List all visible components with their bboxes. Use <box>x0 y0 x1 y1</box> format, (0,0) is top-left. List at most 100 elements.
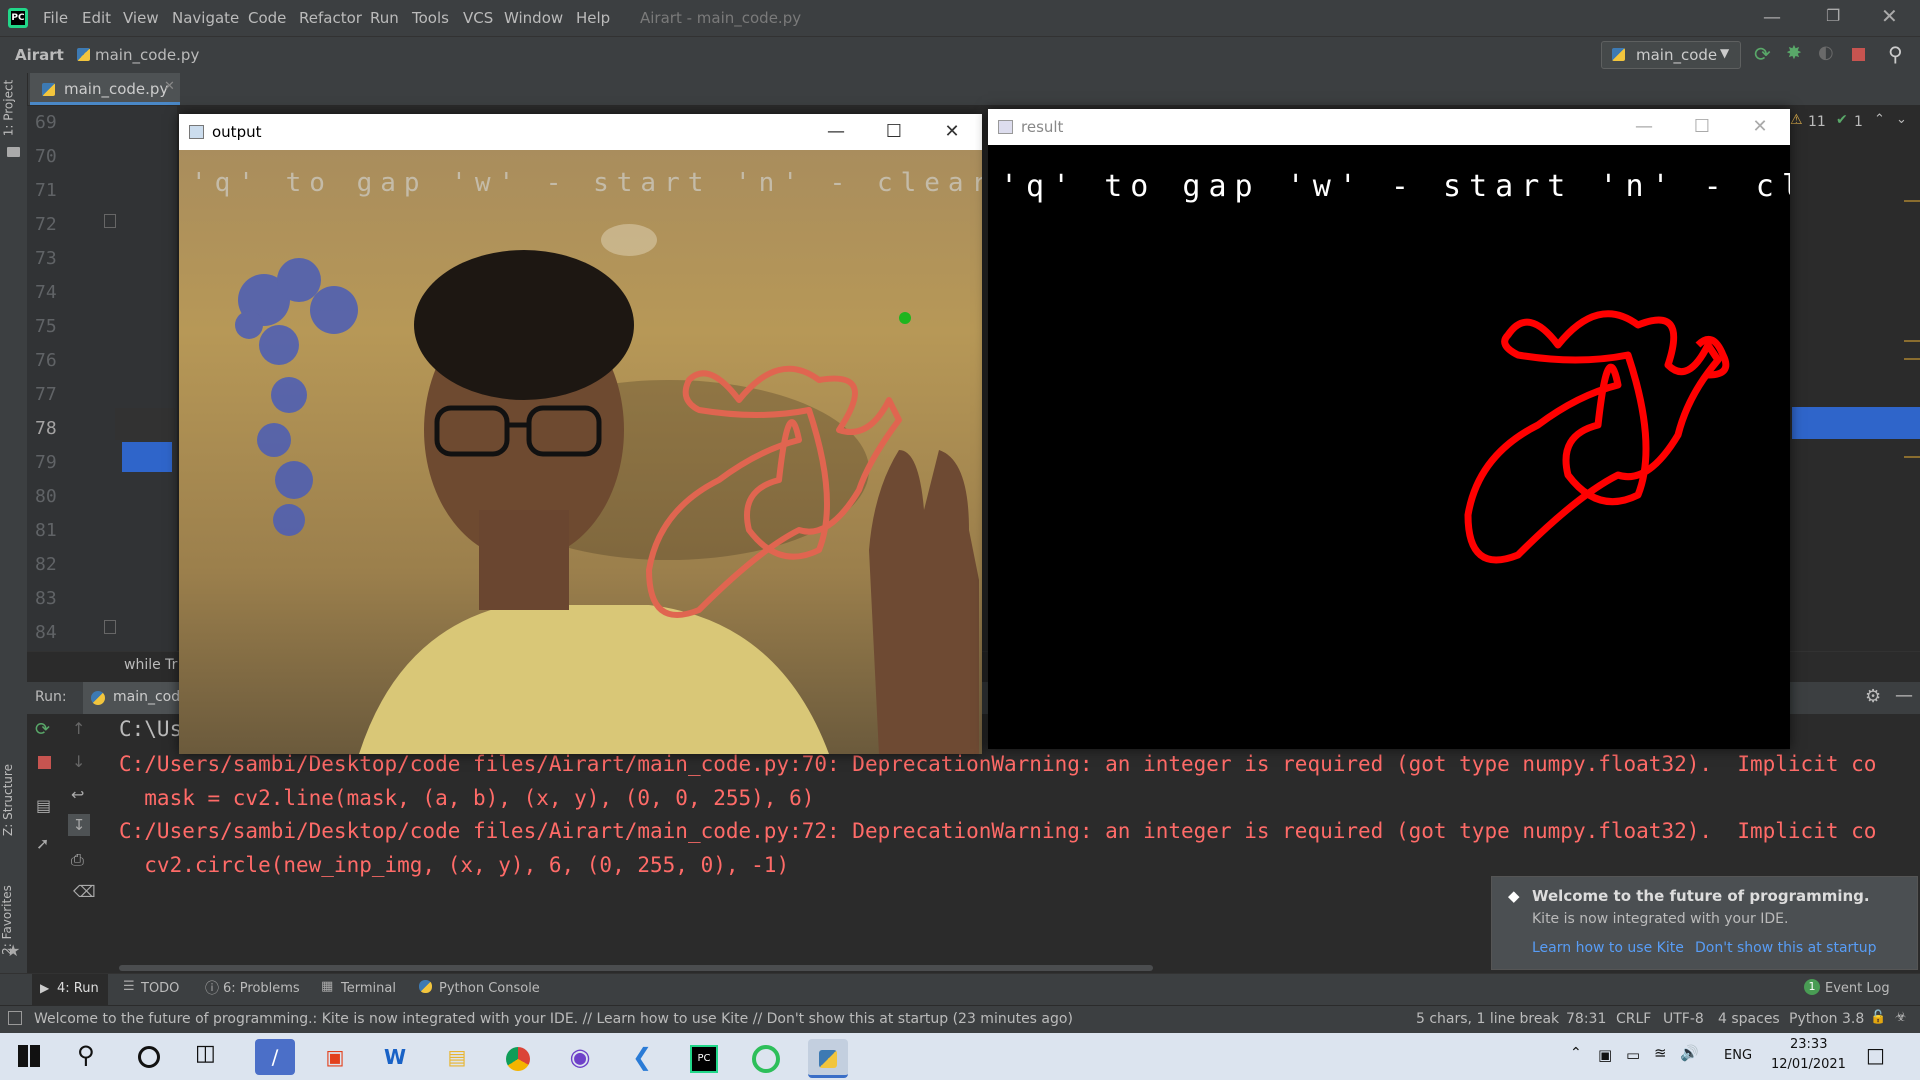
pycharm-icon[interactable]: PC <box>684 1039 724 1075</box>
close-button[interactable]: ✕ <box>1731 109 1789 145</box>
menu-refactor[interactable]: Refactor <box>299 9 362 27</box>
wps-icon[interactable]: W <box>375 1039 415 1075</box>
maximize-button[interactable]: ☐ <box>865 114 923 150</box>
vscode-icon[interactable]: ❮ <box>622 1039 662 1075</box>
close-icon[interactable]: ✕ <box>1881 4 1898 28</box>
tool-event-log[interactable]: Event Log <box>1825 981 1890 996</box>
close-button[interactable]: ✕ <box>923 114 981 150</box>
windows-start-icon[interactable] <box>18 1045 40 1067</box>
lock-icon[interactable]: 🔓 <box>1870 1010 1886 1025</box>
run-config-select[interactable]: main_code ▼ <box>1601 41 1741 69</box>
dont-show-link[interactable]: Don't show this at startup <box>1695 940 1877 956</box>
menu-tools[interactable]: Tools <box>412 9 449 27</box>
office-icon[interactable]: ▣ <box>315 1039 355 1075</box>
chrome-icon[interactable] <box>498 1039 538 1075</box>
coverage-icon[interactable]: ◐ <box>1818 42 1834 63</box>
python-interpreter[interactable]: Python 3.8 <box>1789 1011 1864 1027</box>
restore-icon[interactable]: ❐ <box>1826 6 1840 25</box>
editor-breadcrumb[interactable]: while Tr <box>124 657 177 673</box>
rerun-icon[interactable]: ⟳ <box>35 719 50 740</box>
tool-python-console[interactable]: Python Console <box>439 981 540 996</box>
rerun-icon[interactable]: ⟳ <box>1754 42 1771 66</box>
chevron-up-icon[interactable]: ⌃ <box>1570 1045 1582 1061</box>
menu-window[interactable]: Window <box>504 9 563 27</box>
notifications-icon[interactable]: □ <box>1866 1043 1885 1067</box>
output-title-bar[interactable]: output — ☐ ✕ <box>179 114 982 150</box>
minimize-icon[interactable]: — <box>1763 7 1781 28</box>
minimize-button[interactable]: — <box>807 114 865 150</box>
status-toggle-icon[interactable] <box>8 1011 22 1025</box>
tab-main-code[interactable]: main_code.py ✕ <box>30 73 180 105</box>
cortana-icon[interactable] <box>138 1046 160 1068</box>
up-arrow-icon[interactable]: ↑ <box>72 719 85 738</box>
scroll-marker <box>1904 456 1920 458</box>
learn-kite-link[interactable]: Learn how to use Kite <box>1532 940 1684 956</box>
line-separator[interactable]: CRLF <box>1616 1011 1651 1027</box>
down-arrow-icon[interactable]: ↓ <box>72 752 85 771</box>
search-icon[interactable]: ⚲ <box>77 1041 95 1069</box>
clock-time[interactable]: 23:33 <box>1790 1037 1827 1052</box>
minimize-button[interactable]: — <box>1615 109 1673 145</box>
battery-icon[interactable]: ▭ <box>1626 1046 1640 1064</box>
app-circle-icon[interactable] <box>746 1039 786 1075</box>
menu-edit[interactable]: Edit <box>82 9 111 27</box>
tool-terminal[interactable]: Terminal <box>341 981 396 996</box>
stop-icon[interactable] <box>38 756 51 769</box>
output-title: output <box>212 123 262 141</box>
warning-icon[interactable]: ⚠ <box>1790 112 1803 128</box>
device-icon[interactable]: ▣ <box>1598 1046 1612 1064</box>
gear-icon[interactable]: ⚙ <box>1865 686 1881 707</box>
breadcrumb-file[interactable]: main_code.py <box>95 46 199 64</box>
github-desktop-icon[interactable]: ◉ <box>560 1039 600 1075</box>
breadcrumb-project[interactable]: Airart <box>15 46 64 64</box>
app-icon-1[interactable]: ∕ <box>255 1039 295 1075</box>
chevron-up-icon[interactable]: ⌃ <box>1874 112 1885 127</box>
maximize-button[interactable]: ☐ <box>1673 109 1731 145</box>
wifi-icon[interactable]: ≊ <box>1654 1044 1667 1062</box>
input-language[interactable]: ENG <box>1724 1048 1752 1063</box>
caret-position[interactable]: 78:31 <box>1566 1011 1606 1027</box>
structure-tool-label: Z: Structure <box>0 764 15 836</box>
hide-panel-icon[interactable]: — <box>1895 685 1913 706</box>
menu-help[interactable]: Help <box>576 9 610 27</box>
layout-icon[interactable]: ▤ <box>36 796 51 815</box>
file-explorer-icon[interactable]: ▤ <box>437 1039 477 1075</box>
menu-code[interactable]: Code <box>248 9 286 27</box>
tool-todo[interactable]: TODO <box>141 981 179 996</box>
print-icon[interactable]: ⎙ <box>71 850 84 870</box>
chevron-down-icon: ▼ <box>1720 46 1730 60</box>
status-message[interactable]: Welcome to the future of programming.: K… <box>34 1011 1073 1027</box>
debug-icon[interactable]: ✸ <box>1786 42 1802 64</box>
horizontal-scrollbar[interactable] <box>119 965 1153 971</box>
project-tool-tab[interactable]: 1: Project <box>1 80 24 141</box>
task-view-icon[interactable]: ◫ <box>195 1041 216 1066</box>
chevron-down-icon[interactable]: ⌄ <box>1896 112 1907 127</box>
volume-icon[interactable]: 🔊 <box>1680 1044 1699 1062</box>
clock-date[interactable]: 12/01/2021 <box>1771 1057 1846 1072</box>
menu-file[interactable]: File <box>43 9 68 27</box>
result-title-bar[interactable]: result — ☐ ✕ <box>988 109 1790 145</box>
indent-setting[interactable]: 4 spaces <box>1718 1011 1780 1027</box>
line-number: 71 <box>35 180 57 201</box>
line-number: 75 <box>35 316 57 337</box>
tool-run-tab[interactable]: ▶ 4: Run <box>32 974 108 1006</box>
pin-icon[interactable]: ➚ <box>36 834 49 853</box>
tab-close-icon[interactable]: ✕ <box>164 79 175 94</box>
soft-wrap-icon[interactable]: ↩ <box>71 785 84 804</box>
menu-navigate[interactable]: Navigate <box>172 9 239 27</box>
structure-tool-tab[interactable]: Z: Structure <box>0 753 24 863</box>
result-window: result — ☐ ✕ 'q' to gap 'w' - start 'n' … <box>988 109 1790 749</box>
tool-problems[interactable]: 6: Problems <box>223 981 300 996</box>
file-encoding[interactable]: UTF-8 <box>1663 1011 1704 1027</box>
menu-view[interactable]: View <box>123 9 159 27</box>
favorites-tool-tab[interactable]: 2: Favorites <box>0 873 24 983</box>
left-tool-strip: 1: Project Z: Structure 2: Favorites ★ <box>0 73 28 973</box>
python-window-icon[interactable] <box>808 1039 848 1078</box>
trash-icon[interactable]: ⌫ <box>73 882 96 901</box>
inspector-icon[interactable]: ☣ <box>1895 1010 1907 1025</box>
scroll-to-end-icon[interactable]: ↧ <box>68 814 90 836</box>
menu-vcs[interactable]: VCS <box>463 9 493 27</box>
search-icon[interactable]: ⚲ <box>1888 42 1903 66</box>
menu-run[interactable]: Run <box>370 9 399 27</box>
stop-icon[interactable] <box>1852 48 1865 61</box>
